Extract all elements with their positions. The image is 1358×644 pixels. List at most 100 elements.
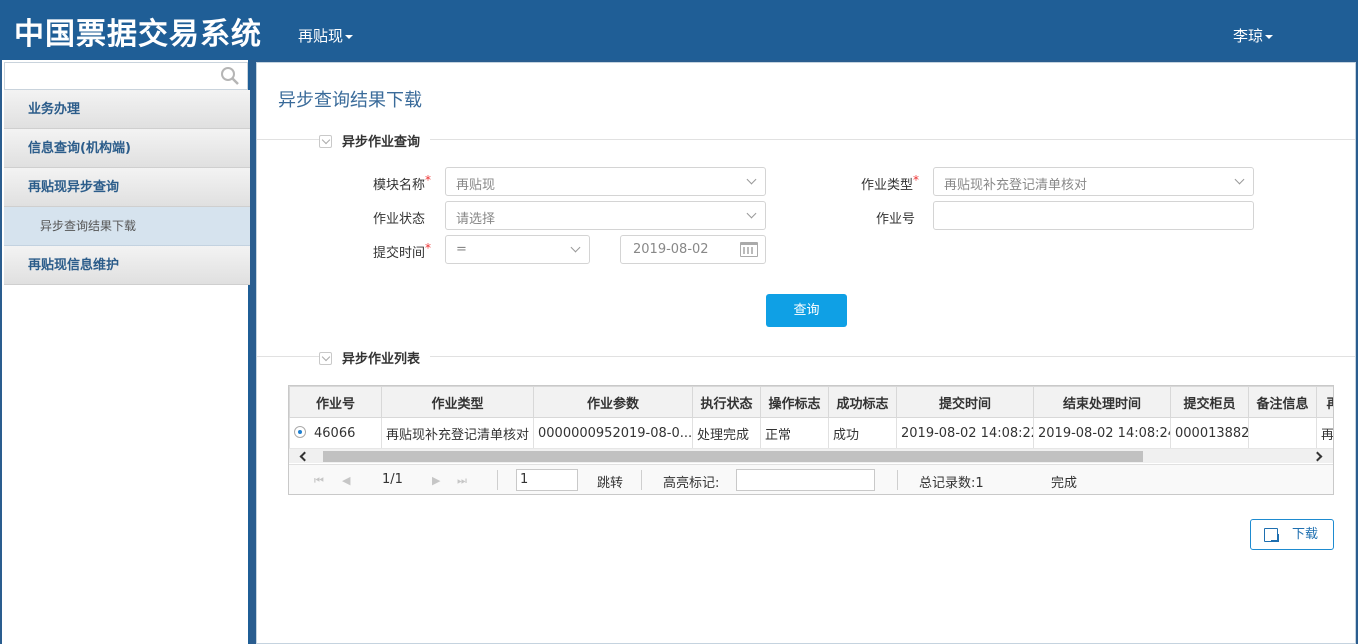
cell-submitter: 000013882 [1170, 417, 1249, 449]
job-type-value: 再贴现补充登记清单核对 [944, 178, 1088, 193]
cell-job-no-text: 46066 [314, 425, 356, 441]
sidebar-search [4, 62, 248, 90]
chevron-down-icon [570, 242, 581, 253]
list-section-header[interactable]: 异步作业列表 [319, 348, 431, 367]
sidebar-item-info-query[interactable]: 信息查询(机构端) [4, 129, 250, 168]
query-section-header[interactable]: 异步作业查询 [319, 131, 431, 150]
col-header-remark[interactable]: 备注信息 [1248, 386, 1317, 418]
page-number-value: 1 [520, 472, 529, 487]
cell-job-no: 46066 [289, 417, 382, 449]
query-button[interactable]: 查询 [766, 294, 847, 327]
scroll-left-icon[interactable] [299, 451, 310, 462]
query-section-title: 异步作业查询 [342, 135, 421, 150]
next-page-icon[interactable]: ▶ [432, 474, 440, 487]
sidebar-item-async-result-download[interactable]: 异步查询结果下载 [4, 207, 250, 246]
col-header-overflow[interactable]: 再 [1316, 386, 1333, 418]
job-number-input[interactable] [933, 201, 1254, 230]
col-header-success-flag[interactable]: 成功标志 [828, 386, 897, 418]
col-header-submitter[interactable]: 提交柜员 [1170, 386, 1249, 418]
module-menu-label: 再贴现 [298, 27, 344, 45]
col-header-job-no[interactable]: 作业号 [289, 386, 382, 418]
table-header-row: 作业号 作业类型 作业参数 执行状态 操作标志 成功标志 提交时间 结束处理时间… [289, 386, 1333, 418]
page-number-input[interactable]: 1 [516, 469, 578, 491]
app-title: 中国票据交易系统 [14, 17, 262, 52]
page-title: 异步查询结果下载 [278, 90, 422, 111]
first-page-icon[interactable]: ⏮ [314, 474, 324, 488]
submit-time-label-text: 提交时间 [373, 246, 426, 261]
job-number-label: 作业号 [876, 212, 916, 227]
user-name: 李琼 [1233, 27, 1264, 45]
scroll-right-icon[interactable] [1312, 451, 1323, 462]
collapse-chevron-icon[interactable] [319, 352, 332, 365]
sidebar-item-async-query[interactable]: 再贴现异步查询 [4, 168, 250, 207]
highlight-input[interactable] [736, 469, 875, 491]
highlight-label: 高亮标记: [663, 476, 720, 491]
download-label: 下载 [1292, 527, 1319, 542]
scrollbar-thumb[interactable] [323, 451, 1143, 462]
page-info: 1/1 [382, 472, 403, 487]
submit-time-date-input[interactable]: 2019-08-02 [620, 235, 766, 264]
list-section-title: 异步作业列表 [342, 352, 421, 367]
required-mark: * [425, 241, 432, 255]
goto-page-button[interactable]: 跳转 [597, 472, 623, 491]
cell-remark [1248, 417, 1317, 449]
col-header-op-flag[interactable]: 操作标志 [760, 386, 829, 418]
cell-op-flag: 正常 [760, 417, 829, 449]
job-list-grid: 作业号 作业类型 作业参数 执行状态 操作标志 成功标志 提交时间 结束处理时间… [288, 385, 1334, 495]
chevron-down-icon [746, 208, 757, 219]
cell-overflow: 再 [1316, 417, 1333, 449]
job-type-label: 作业类型* [861, 173, 920, 193]
calendar-icon[interactable] [740, 242, 758, 257]
submit-time-operator-select[interactable]: = [445, 235, 590, 264]
last-page-icon[interactable]: ⏭ [457, 474, 467, 488]
cell-job-params: 0000000952019-08-0... [533, 417, 693, 449]
module-name-value: 再贴现 [456, 178, 496, 193]
submit-time-operator-value: = [456, 242, 467, 257]
collapse-chevron-icon[interactable] [319, 135, 332, 148]
required-mark: * [913, 173, 920, 187]
module-name-label-text: 模块名称 [373, 178, 426, 193]
cell-submit-time: 2019-08-02 14:08:22 [896, 417, 1034, 449]
horizontal-scrollbar[interactable] [289, 448, 1333, 463]
chevron-down-icon [1234, 174, 1245, 185]
sidebar-item-info-maintenance[interactable]: 再贴现信息维护 [4, 246, 250, 285]
module-name-select[interactable]: 再贴现 [445, 167, 766, 196]
submit-time-date-value: 2019-08-02 [633, 242, 709, 257]
job-status-label: 作业状态 [373, 212, 426, 227]
divider [497, 470, 498, 490]
col-header-job-type[interactable]: 作业类型 [381, 386, 534, 418]
sidebar-item-business[interactable]: 业务办理 [4, 90, 250, 129]
main-panel: 异步查询结果下载 异步作业查询 模块名称* 再贴现 作业类型* 再贴现补充登记清… [256, 62, 1356, 644]
sidebar-nav: 业务办理 信息查询(机构端) 再贴现异步查询 异步查询结果下载 再贴现信息维护 [4, 90, 250, 285]
prev-page-icon[interactable]: ◀ [342, 474, 350, 487]
total-records: 总记录数:1 [919, 476, 984, 491]
row-select-radio[interactable] [294, 425, 306, 438]
chevron-down-icon [746, 174, 757, 185]
job-type-label-text: 作业类型 [861, 178, 914, 193]
required-mark: * [425, 173, 432, 187]
caret-down-icon [345, 34, 354, 39]
download-icon [1264, 528, 1279, 542]
divider [897, 470, 898, 490]
col-header-job-params[interactable]: 作业参数 [533, 386, 693, 418]
user-menu-dropdown[interactable]: 李琼 [1233, 25, 1274, 46]
job-status-select[interactable]: 请选择 [445, 201, 766, 230]
top-header: 中国票据交易系统 再贴现 李琼 [0, 0, 1358, 60]
col-header-submit-time[interactable]: 提交时间 [896, 386, 1034, 418]
cell-success-flag: 成功 [828, 417, 897, 449]
col-header-end-time[interactable]: 结束处理时间 [1033, 386, 1171, 418]
submit-time-label: 提交时间* [373, 241, 432, 261]
job-list-table: 作业号 作业类型 作业参数 执行状态 操作标志 成功标志 提交时间 结束处理时间… [289, 386, 1333, 449]
cell-job-type: 再贴现补充登记清单核对 [381, 417, 534, 449]
col-header-exec-status[interactable]: 执行状态 [692, 386, 761, 418]
job-type-select[interactable]: 再贴现补充登记清单核对 [933, 167, 1254, 196]
search-icon[interactable] [220, 66, 240, 86]
cell-exec-status: 处理完成 [692, 417, 761, 449]
download-button[interactable]: 下载 [1250, 519, 1334, 550]
module-menu-dropdown[interactable]: 再贴现 [298, 25, 354, 46]
sidebar-search-input[interactable] [5, 63, 215, 89]
job-status-placeholder: 请选择 [456, 212, 496, 227]
pagination-bar: ⏮ ◀ 1/1 ▶ ⏭ 1 跳转 高亮标记: 总记录数:1 完成 [289, 464, 1333, 494]
table-row[interactable]: 46066 再贴现补充登记清单核对 0000000952019-08-0... … [289, 417, 1333, 449]
caret-down-icon [1265, 34, 1274, 39]
